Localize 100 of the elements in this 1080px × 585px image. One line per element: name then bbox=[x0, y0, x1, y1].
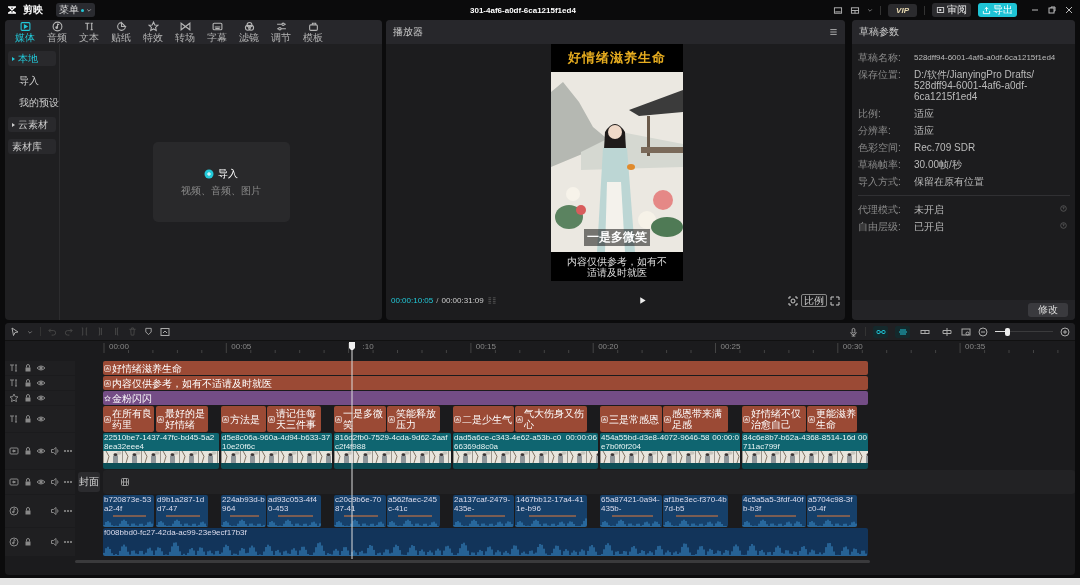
clip-name: 816d2fb0-7529-4cda-9d62-2aafc2f4f988 bbox=[335, 433, 449, 451]
text-clip[interactable]: 更能滋养生命 bbox=[807, 406, 857, 432]
eye-icon[interactable] bbox=[36, 378, 46, 388]
tab[interactable]: 调节 bbox=[265, 20, 297, 44]
video-clip[interactable]: 22510be7-1437-47fc-bd45-5a28ea32eee4 bbox=[103, 433, 219, 469]
text-clip[interactable]: 二是少生气 bbox=[453, 406, 514, 432]
audio-clip[interactable]: ad93c053-4f40-453 bbox=[267, 495, 321, 527]
tab[interactable]: 模板 bbox=[297, 20, 329, 44]
play-icon[interactable] bbox=[637, 296, 647, 305]
toggle-button[interactable] bbox=[895, 325, 910, 338]
tab[interactable]: 音频 bbox=[41, 20, 73, 44]
audio-clip[interactable]: 2a137caf-2479-435e- bbox=[453, 495, 514, 527]
text-clip[interactable]: 在所有良药里 bbox=[103, 406, 154, 432]
tab[interactable]: 贴纸 bbox=[105, 20, 137, 44]
ratio-button[interactable]: 比例 bbox=[801, 294, 827, 307]
speaker-icon[interactable] bbox=[49, 537, 60, 547]
close-icon[interactable] bbox=[1064, 5, 1074, 15]
tab[interactable]: 文本 bbox=[73, 20, 105, 44]
sidebar-item[interactable]: 导入 bbox=[8, 73, 56, 88]
audio-clip[interactable]: a5704c98-3fc0-4f bbox=[807, 495, 857, 527]
effect-clip[interactable]: 金粉闪闪 bbox=[103, 391, 868, 405]
edit-button[interactable]: 修改 bbox=[1028, 303, 1068, 317]
text-template-icon bbox=[104, 364, 111, 372]
video-clip[interactable]: dad5a6ce-c343-4e62-a53b-c066369d8c0a 00:00:06 bbox=[453, 433, 598, 469]
mic-icon[interactable] bbox=[849, 326, 858, 337]
layout-icon[interactable] bbox=[850, 5, 861, 15]
eye-icon[interactable] bbox=[36, 446, 46, 456]
audio-clip[interactable]: 65a87421-0a94-435b- bbox=[600, 495, 662, 527]
preview-icon[interactable] bbox=[961, 326, 971, 337]
speaker-icon[interactable] bbox=[49, 477, 60, 487]
field-label: 草稿帧率: bbox=[858, 159, 902, 170]
ruler-label: 00:05 bbox=[230, 342, 252, 352]
tab[interactable]: 字幕 bbox=[201, 20, 233, 44]
monitor-icon[interactable] bbox=[833, 5, 844, 15]
text-clip[interactable]: 三是常感恩 bbox=[600, 406, 662, 432]
caret-icon[interactable] bbox=[867, 7, 874, 13]
cursor-icon[interactable] bbox=[10, 326, 20, 337]
eye-icon[interactable] bbox=[36, 477, 46, 487]
review-button[interactable]: 审阅 bbox=[932, 3, 971, 17]
audio-clip[interactable]: 4c5a5a5-3fdf-40fb-b3f bbox=[742, 495, 806, 527]
speaker-icon[interactable] bbox=[49, 506, 60, 516]
current-time: 00:00:10:05 bbox=[391, 296, 434, 305]
text-clip[interactable]: 气大伤身又伤心 bbox=[515, 406, 587, 432]
text-clip[interactable]: 感恩带来满足感 bbox=[663, 406, 728, 432]
caret-icon[interactable] bbox=[27, 328, 33, 335]
eye-icon[interactable] bbox=[36, 393, 46, 403]
fullscreen-icon[interactable] bbox=[830, 295, 840, 306]
audio-clip[interactable]: d9b1a287-1dd7-47 bbox=[156, 495, 208, 527]
sidebar-item[interactable]: 云素材 bbox=[8, 117, 56, 132]
text-clip[interactable]: 最好的是好情绪 bbox=[156, 406, 208, 432]
speaker-icon[interactable] bbox=[49, 446, 60, 456]
video-clip[interactable]: 454a55bd-d3e8-4072-9646-58e7b0f0f204 00:00:0 bbox=[600, 433, 740, 469]
eye-icon[interactable] bbox=[36, 363, 46, 373]
field-value: Rec.709 SDR bbox=[914, 142, 977, 153]
audio-clip[interactable]: 224ab93d-b964 bbox=[221, 495, 266, 527]
slider-thumb[interactable] bbox=[1004, 327, 1010, 336]
toggle-button[interactable] bbox=[939, 325, 954, 338]
cover-button[interactable]: 封面 bbox=[78, 472, 100, 492]
fit-icon[interactable] bbox=[788, 295, 798, 306]
import-area[interactable]: 导入 视频、音频、图片 bbox=[152, 142, 290, 222]
ruler-label: 00:25 bbox=[719, 342, 741, 352]
text-template-icon bbox=[388, 415, 395, 423]
text-template-icon bbox=[454, 415, 461, 423]
vip-button[interactable]: VIP bbox=[888, 3, 917, 17]
text-clip[interactable]: 笑能释放压力 bbox=[387, 406, 440, 432]
text-clip[interactable]: 请记住每天三件事 bbox=[267, 406, 321, 432]
zoom-in-icon[interactable] bbox=[1060, 326, 1070, 337]
tab[interactable]: 特效 bbox=[137, 20, 169, 44]
tab[interactable]: 滤镜 bbox=[233, 20, 265, 44]
text-clip[interactable]: 内容仅供参考，如有不适请及时就医 bbox=[103, 376, 868, 390]
audio-clip[interactable]: a562faec-245c-41c bbox=[387, 495, 440, 527]
sidebar-item[interactable]: 本地 bbox=[8, 51, 56, 66]
audio-clip[interactable]: 1467bb12-17a4-411e-b96 bbox=[515, 495, 587, 527]
video-clip[interactable]: d5e8c06a-960a-4d94-b633-3710e20f6c bbox=[221, 433, 332, 469]
audio-clip[interactable]: f008bbd0-fc27-42da-ac99-23e9ecf17b3f bbox=[103, 528, 868, 556]
field-value: 适应 bbox=[914, 125, 935, 136]
toggle-button[interactable] bbox=[873, 325, 888, 338]
menu-button[interactable]: 菜单 bbox=[56, 3, 95, 17]
sidebar-item[interactable]: 素材库 bbox=[8, 139, 56, 154]
tab[interactable]: 媒体 bbox=[9, 20, 41, 44]
text-clip[interactable]: 一是多微笑 bbox=[334, 406, 386, 432]
zoom-out-icon[interactable] bbox=[978, 326, 988, 337]
frame-capture-icon[interactable] bbox=[160, 326, 170, 337]
text-template-icon bbox=[664, 415, 671, 423]
text-clip[interactable]: 好情绪不仅治愈自己 bbox=[742, 406, 806, 432]
audio-clip[interactable]: b720873e-53a2-4f bbox=[103, 495, 154, 527]
audio-clip[interactable]: af1be3ec-f370-4b7d-b5 bbox=[663, 495, 728, 527]
text-clip[interactable]: 好情绪滋养生命 bbox=[103, 361, 868, 375]
restore-icon[interactable] bbox=[1047, 5, 1057, 15]
menu-icon[interactable] bbox=[829, 28, 838, 36]
text-icon bbox=[9, 378, 19, 388]
tab[interactable]: 转场 bbox=[169, 20, 201, 44]
eye-icon[interactable] bbox=[36, 414, 46, 424]
video-clip[interactable]: 816d2fb0-7529-4cda-9d62-2aafc2f4f988 bbox=[334, 433, 451, 469]
video-clip[interactable]: 84c6e8b7-b62a-4368-8514-16d711ac799f 00 bbox=[742, 433, 868, 469]
marker-icon[interactable] bbox=[144, 327, 153, 336]
text-clip[interactable]: 方法是 bbox=[221, 406, 266, 432]
field-label: 保存位置: bbox=[858, 69, 902, 80]
clip-name: d5e8c06a-960a-4d94-b633-3710e20f6c bbox=[222, 433, 331, 451]
center-split-icon bbox=[941, 326, 952, 337]
